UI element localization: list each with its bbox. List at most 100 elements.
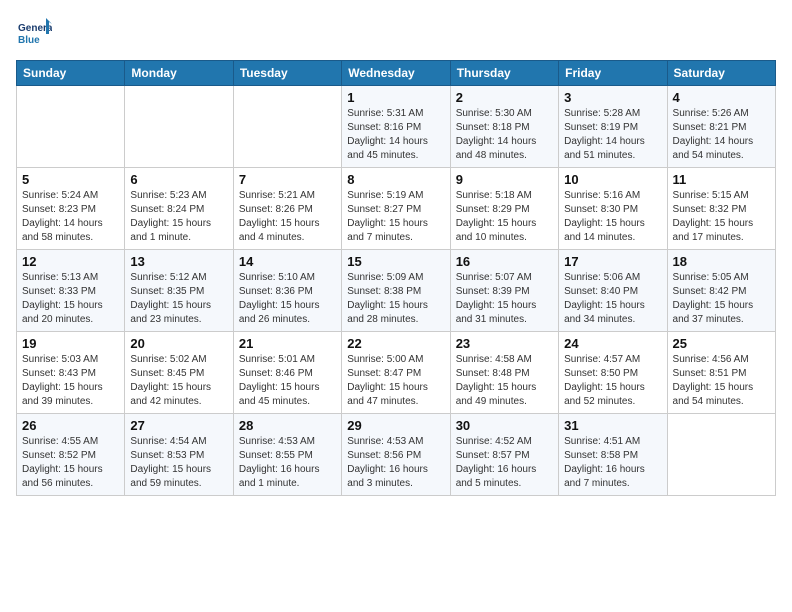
calendar-cell: 5 Sunrise: 5:24 AMSunset: 8:23 PMDaylight… — [17, 168, 125, 250]
day-number: 30 — [456, 418, 553, 433]
day-number: 5 — [22, 172, 119, 187]
day-number: 26 — [22, 418, 119, 433]
calendar-cell: 2Sunrise: 5:30 AMSunset: 8:18 PMDaylight… — [450, 86, 558, 168]
col-header-monday: Monday — [125, 61, 233, 86]
calendar-cell: 30Sunrise: 4:52 AMSunset: 8:57 PMDayligh… — [450, 414, 558, 496]
day-number: 28 — [239, 418, 336, 433]
day-info: Sunrise: 5:10 AMSunset: 8:36 PMDaylight:… — [239, 271, 336, 327]
day-number: 11 — [673, 172, 770, 187]
calendar-cell — [17, 86, 125, 168]
week-row-4: 19 Sunrise: 5:03 AMSunset: 8:43 PMDayligh… — [17, 332, 776, 414]
calendar-cell: 7 Sunrise: 5:21 AMSunset: 8:26 PMDaylight… — [233, 168, 341, 250]
day-number: 27 — [130, 418, 227, 433]
calendar-cell: 23 Sunrise: 4:58 AMSunset: 8:48 PMDayligh… — [450, 332, 558, 414]
day-number: 24 — [564, 336, 661, 351]
day-number: 1 — [347, 90, 444, 105]
calendar-cell: 12Sunrise: 5:13 AMSunset: 8:33 PMDayligh… — [17, 250, 125, 332]
day-info: Sunrise: 5:00 AMSunset: 8:47 PMDaylight:… — [347, 353, 444, 409]
day-info: Sunrise: 5:02 AMSunset: 8:45 PMDaylight:… — [130, 353, 227, 409]
calendar-cell: 29 Sunrise: 4:53 AMSunset: 8:56 PMDayligh… — [342, 414, 450, 496]
calendar-cell: 16Sunrise: 5:07 AMSunset: 8:39 PMDayligh… — [450, 250, 558, 332]
week-row-2: 5 Sunrise: 5:24 AMSunset: 8:23 PMDaylight… — [17, 168, 776, 250]
calendar-cell: 20 Sunrise: 5:02 AMSunset: 8:45 PMDayligh… — [125, 332, 233, 414]
logo-svg: General Blue — [16, 16, 52, 52]
day-info: Sunrise: 5:07 AMSunset: 8:39 PMDaylight:… — [456, 271, 553, 327]
day-info: Sunrise: 5:01 AMSunset: 8:46 PMDaylight:… — [239, 353, 336, 409]
calendar-cell: 8 Sunrise: 5:19 AMSunset: 8:27 PMDaylight… — [342, 168, 450, 250]
day-info: Sunrise: 5:26 AMSunset: 8:21 PMDaylight:… — [673, 107, 770, 163]
day-number: 7 — [239, 172, 336, 187]
calendar-cell — [125, 86, 233, 168]
day-info: Sunrise: 5:18 AMSunset: 8:29 PMDaylight:… — [456, 189, 553, 245]
calendar-cell: 13 Sunrise: 5:12 AMSunset: 8:35 PMDayligh… — [125, 250, 233, 332]
calendar-cell — [233, 86, 341, 168]
calendar-cell: 3Sunrise: 5:28 AMSunset: 8:19 PMDaylight… — [559, 86, 667, 168]
calendar-cell — [667, 414, 775, 496]
col-header-sunday: Sunday — [17, 61, 125, 86]
day-number: 4 — [673, 90, 770, 105]
day-number: 17 — [564, 254, 661, 269]
header-row: SundayMondayTuesdayWednesdayThursdayFrid… — [17, 61, 776, 86]
calendar-table: SundayMondayTuesdayWednesdayThursdayFrid… — [16, 60, 776, 496]
day-info: Sunrise: 4:53 AMSunset: 8:56 PMDaylight:… — [347, 435, 444, 491]
day-info: Sunrise: 5:21 AMSunset: 8:26 PMDaylight:… — [239, 189, 336, 245]
day-info: Sunrise: 5:09 AMSunset: 8:38 PMDaylight:… — [347, 271, 444, 327]
day-number: 19 — [22, 336, 119, 351]
logo: General Blue — [16, 16, 52, 52]
col-header-tuesday: Tuesday — [233, 61, 341, 86]
day-number: 8 — [347, 172, 444, 187]
calendar-cell: 15 Sunrise: 5:09 AMSunset: 8:38 PMDayligh… — [342, 250, 450, 332]
calendar-cell: 21 Sunrise: 5:01 AMSunset: 8:46 PMDayligh… — [233, 332, 341, 414]
day-number: 9 — [456, 172, 553, 187]
week-row-3: 12Sunrise: 5:13 AMSunset: 8:33 PMDayligh… — [17, 250, 776, 332]
day-info: Sunrise: 4:51 AMSunset: 8:58 PMDaylight:… — [564, 435, 661, 491]
day-info: Sunrise: 5:31 AMSunset: 8:16 PMDaylight:… — [347, 107, 444, 163]
day-number: 10 — [564, 172, 661, 187]
calendar-cell: 26 Sunrise: 4:55 AMSunset: 8:52 PMDayligh… — [17, 414, 125, 496]
day-info: Sunrise: 5:06 AMSunset: 8:40 PMDaylight:… — [564, 271, 661, 327]
calendar-cell: 9 Sunrise: 5:18 AMSunset: 8:29 PMDaylight… — [450, 168, 558, 250]
calendar-cell: 27 Sunrise: 4:54 AMSunset: 8:53 PMDayligh… — [125, 414, 233, 496]
day-number: 22 — [347, 336, 444, 351]
day-number: 23 — [456, 336, 553, 351]
page-header: General Blue — [16, 16, 776, 52]
day-number: 31 — [564, 418, 661, 433]
calendar-cell: 25Sunrise: 4:56 AMSunset: 8:51 PMDayligh… — [667, 332, 775, 414]
day-number: 3 — [564, 90, 661, 105]
day-number: 13 — [130, 254, 227, 269]
calendar-cell: 18Sunrise: 5:05 AMSunset: 8:42 PMDayligh… — [667, 250, 775, 332]
calendar-cell: 22 Sunrise: 5:00 AMSunset: 8:47 PMDayligh… — [342, 332, 450, 414]
calendar-cell: 10 Sunrise: 5:16 AMSunset: 8:30 PMDayligh… — [559, 168, 667, 250]
calendar-cell: 14 Sunrise: 5:10 AMSunset: 8:36 PMDayligh… — [233, 250, 341, 332]
day-info: Sunrise: 5:23 AMSunset: 8:24 PMDaylight:… — [130, 189, 227, 245]
calendar-cell: 31 Sunrise: 4:51 AMSunset: 8:58 PMDayligh… — [559, 414, 667, 496]
day-number: 15 — [347, 254, 444, 269]
day-number: 14 — [239, 254, 336, 269]
calendar-cell: 28 Sunrise: 4:53 AMSunset: 8:55 PMDayligh… — [233, 414, 341, 496]
svg-text:Blue: Blue — [18, 35, 40, 46]
day-info: Sunrise: 4:57 AMSunset: 8:50 PMDaylight:… — [564, 353, 661, 409]
day-info: Sunrise: 5:16 AMSunset: 8:30 PMDaylight:… — [564, 189, 661, 245]
col-header-friday: Friday — [559, 61, 667, 86]
day-info: Sunrise: 4:53 AMSunset: 8:55 PMDaylight:… — [239, 435, 336, 491]
day-info: Sunrise: 4:58 AMSunset: 8:48 PMDaylight:… — [456, 353, 553, 409]
day-number: 6 — [130, 172, 227, 187]
day-info: Sunrise: 5:03 AMSunset: 8:43 PMDaylight:… — [22, 353, 119, 409]
day-info: Sunrise: 5:12 AMSunset: 8:35 PMDaylight:… — [130, 271, 227, 327]
day-info: Sunrise: 4:54 AMSunset: 8:53 PMDaylight:… — [130, 435, 227, 491]
day-number: 21 — [239, 336, 336, 351]
day-info: Sunrise: 5:15 AMSunset: 8:32 PMDaylight:… — [673, 189, 770, 245]
day-info: Sunrise: 5:13 AMSunset: 8:33 PMDaylight:… — [22, 271, 119, 327]
day-info: Sunrise: 5:24 AMSunset: 8:23 PMDaylight:… — [22, 189, 119, 245]
day-number: 18 — [673, 254, 770, 269]
day-info: Sunrise: 4:55 AMSunset: 8:52 PMDaylight:… — [22, 435, 119, 491]
day-number: 20 — [130, 336, 227, 351]
day-info: Sunrise: 5:19 AMSunset: 8:27 PMDaylight:… — [347, 189, 444, 245]
calendar-cell: 24 Sunrise: 4:57 AMSunset: 8:50 PMDayligh… — [559, 332, 667, 414]
calendar-cell: 19 Sunrise: 5:03 AMSunset: 8:43 PMDayligh… — [17, 332, 125, 414]
col-header-thursday: Thursday — [450, 61, 558, 86]
day-number: 29 — [347, 418, 444, 433]
day-number: 25 — [673, 336, 770, 351]
col-header-wednesday: Wednesday — [342, 61, 450, 86]
week-row-5: 26 Sunrise: 4:55 AMSunset: 8:52 PMDayligh… — [17, 414, 776, 496]
